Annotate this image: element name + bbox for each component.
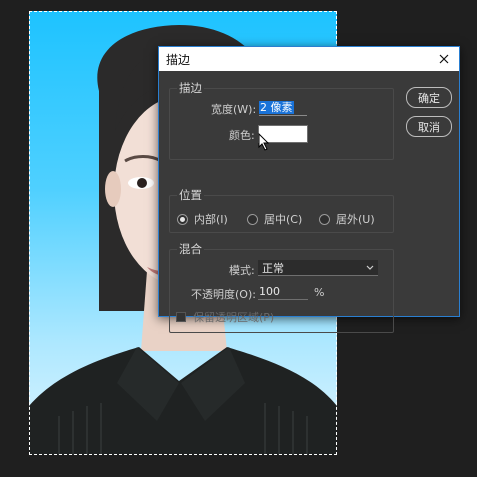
preserve-transparency-label: 保留透明区域(P): [193, 311, 275, 324]
mode-select[interactable]: 正常: [258, 260, 378, 276]
radio-outside-dot: [319, 213, 330, 225]
stroke-group-title: 描边: [177, 80, 204, 96]
mouse-cursor-icon: [258, 133, 270, 151]
radio-inside[interactable]: 内部(I): [177, 211, 228, 227]
radio-center-dot: [247, 213, 258, 225]
radio-center-label: 居中(C): [264, 213, 303, 226]
mode-label: 模式:: [229, 264, 255, 277]
blend-group-title: 混合: [177, 241, 204, 257]
width-value: 2 像素: [259, 101, 294, 114]
color-label: 颜色:: [229, 129, 255, 142]
opacity-label: 不透明度(O):: [191, 288, 256, 301]
close-icon: [439, 54, 449, 64]
stroke-group: [169, 88, 394, 160]
chevron-down-icon: [366, 265, 374, 270]
stroke-dialog: 描边 描边 宽度(W): 2 像素 颜色: 位置 内部(I) 居中(C) 居外(…: [158, 46, 460, 333]
ok-button[interactable]: 确定: [406, 87, 452, 108]
width-label: 宽度(W):: [211, 103, 257, 116]
cancel-button[interactable]: 取消: [406, 116, 452, 137]
radio-inside-dot: [177, 213, 188, 225]
radio-center[interactable]: 居中(C): [247, 211, 302, 227]
dialog-body: 描边 宽度(W): 2 像素 颜色: 位置 内部(I) 居中(C) 居外(U) …: [159, 71, 459, 333]
close-button[interactable]: [435, 50, 453, 68]
dialog-title: 描边: [166, 52, 191, 67]
opacity-unit: %: [314, 286, 325, 299]
mode-value: 正常: [262, 261, 284, 275]
radio-outside-label: 居外(U): [336, 213, 375, 226]
width-input[interactable]: 2 像素: [259, 101, 307, 116]
preserve-transparency[interactable]: 保留透明区域(P): [176, 309, 274, 325]
position-group-title: 位置: [177, 187, 204, 203]
opacity-input[interactable]: 100: [258, 285, 308, 300]
dialog-titlebar[interactable]: 描边: [159, 47, 459, 71]
preserve-transparency-checkbox[interactable]: [176, 312, 186, 322]
radio-outside[interactable]: 居外(U): [319, 211, 375, 227]
opacity-value: 100: [259, 285, 280, 298]
radio-inside-label: 内部(I): [194, 213, 228, 226]
